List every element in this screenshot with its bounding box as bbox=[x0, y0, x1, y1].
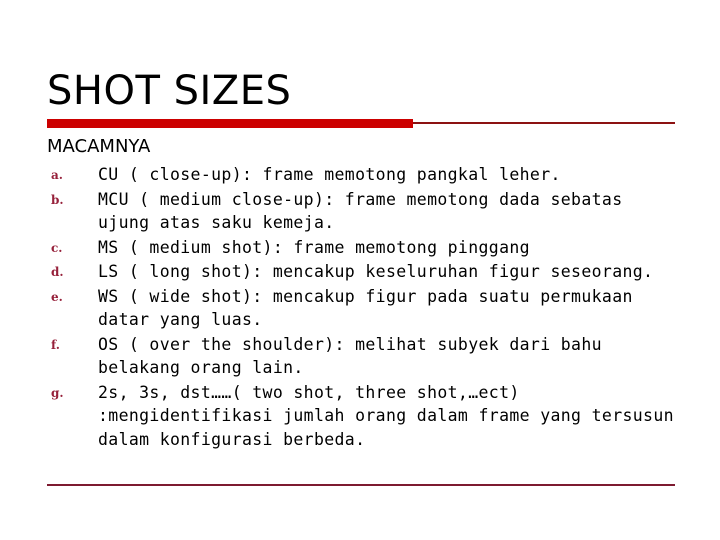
page-title: SHOT SIZES bbox=[47, 68, 292, 114]
shot-sizes-list: a. CU ( close-up): frame memotong pangka… bbox=[47, 163, 675, 452]
subheading: MACAMNYA bbox=[47, 136, 151, 157]
slide-canvas: SHOT SIZES MACAMNYA a. CU ( close-up): f… bbox=[0, 0, 720, 540]
list-item-text: LS ( long shot): mencakup keseluruhan fi… bbox=[98, 262, 654, 281]
list-item-text: CU ( close-up): frame memotong pangkal l… bbox=[98, 165, 561, 184]
list-item: g. 2s, 3s, dst……( two shot, three shot,…… bbox=[47, 381, 675, 452]
list-item: f. OS ( over the shoulder): melihat suby… bbox=[47, 333, 675, 380]
list-item-text: MS ( medium shot): frame memotong pingga… bbox=[98, 237, 530, 257]
list-marker: b. bbox=[51, 192, 64, 207]
title-accent-divider bbox=[47, 119, 675, 129]
divider-thick-bar bbox=[47, 119, 413, 128]
list-item-text: 2s, 3s, dst……( two shot, three shot,…ect… bbox=[98, 382, 685, 449]
list-item: a. CU ( close-up): frame memotong pangka… bbox=[47, 163, 675, 187]
footer-rule bbox=[47, 484, 675, 486]
list-item: c. MS ( medium shot): frame memotong pin… bbox=[47, 236, 675, 260]
list-marker: f. bbox=[51, 337, 60, 352]
list-marker: d. bbox=[51, 265, 64, 279]
list-marker: a. bbox=[51, 168, 63, 182]
list-item: b. MCU ( medium close-up): frame memoton… bbox=[47, 188, 675, 235]
list-item-text: MCU ( medium close-up): frame memotong d… bbox=[98, 189, 633, 233]
list-item-text: OS ( over the shoulder): melihat subyek … bbox=[98, 334, 613, 378]
list-marker: e. bbox=[51, 289, 63, 304]
list-item: e. WS ( wide shot): mencakup figur pada … bbox=[47, 285, 675, 332]
list-item: d. LS ( long shot): mencakup keseluruhan… bbox=[47, 260, 675, 284]
list-marker: c. bbox=[51, 240, 63, 255]
list-item-text: WS ( wide shot): mencakup figur pada sua… bbox=[98, 286, 644, 330]
list-marker: g. bbox=[51, 385, 64, 400]
